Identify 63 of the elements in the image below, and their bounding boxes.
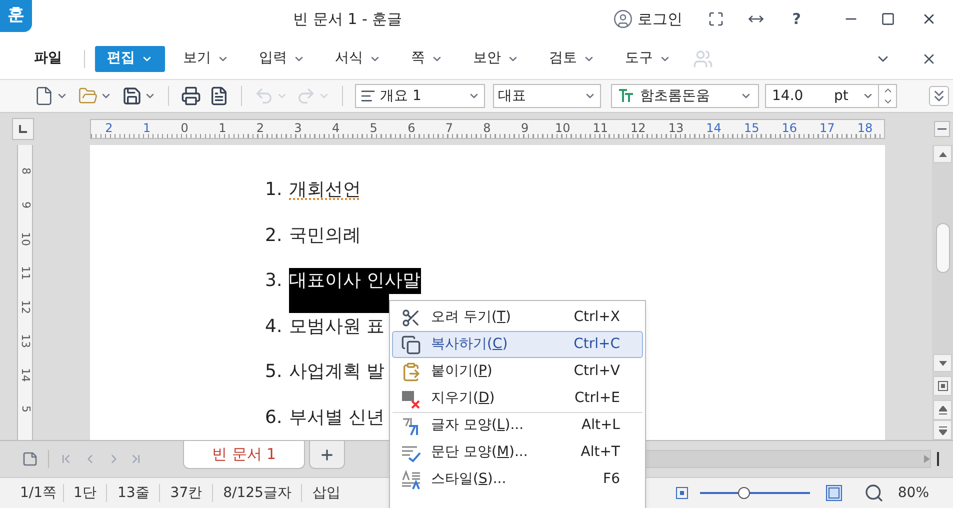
ruler-number: 5 bbox=[370, 121, 378, 135]
list-item-text: 부서별 신년 bbox=[289, 406, 385, 430]
ruler-number: 11 bbox=[19, 266, 31, 280]
status-text: 1단 bbox=[72, 484, 98, 502]
ruler-number: 8 bbox=[483, 121, 491, 135]
shortcut-text: Ctrl+E bbox=[574, 389, 620, 408]
menu-item-label: 오려 두기(T) bbox=[431, 308, 512, 327]
status-text: 삽입 bbox=[311, 484, 342, 502]
menu-item-label: 스타일(S)... bbox=[431, 470, 508, 489]
ruler-number: 7 bbox=[445, 121, 453, 135]
shortcut-text: F6 bbox=[603, 470, 620, 489]
status-text: 13줄 bbox=[116, 484, 150, 502]
ruler-number: 3 bbox=[294, 121, 302, 135]
ruler-number: 1 bbox=[142, 121, 151, 135]
app-logo: 훈 bbox=[0, 0, 32, 32]
list-item-text: 국민의례 bbox=[289, 224, 361, 248]
ruler-number: 6 bbox=[408, 121, 416, 135]
menu-item-label: 지우기(D) bbox=[431, 389, 496, 408]
list-number: 5. bbox=[265, 360, 284, 384]
ruler-number: 9 bbox=[520, 121, 529, 135]
ruler-number: 8 bbox=[19, 168, 31, 174]
ruler-number: 15 bbox=[744, 121, 760, 135]
ruler-number: 9 bbox=[19, 202, 31, 208]
ruler-number: 14 bbox=[19, 368, 31, 382]
shortcut-text: Alt+T bbox=[580, 443, 620, 462]
ruler-number: 4 bbox=[332, 121, 340, 135]
ruler-number: 18 bbox=[857, 121, 873, 135]
ruler-number: 11 bbox=[592, 121, 608, 135]
list-number: 2. bbox=[265, 224, 284, 248]
menu-item-label: 붙이기(P) bbox=[431, 362, 494, 381]
ruler-number: 0 bbox=[180, 121, 188, 135]
ruler-number: 12 bbox=[630, 121, 646, 135]
ruler-number: 16 bbox=[782, 121, 798, 135]
list-number: 1. bbox=[265, 178, 284, 202]
shortcut-text: Alt+L bbox=[582, 416, 620, 435]
list-item-text: 사업계획 발 bbox=[289, 360, 385, 384]
shortcut-text: Ctrl+X bbox=[574, 308, 620, 327]
shortcut-text: Ctrl+C bbox=[574, 335, 620, 354]
shortcut-text: Ctrl+V bbox=[574, 362, 620, 381]
ruler-number: 10 bbox=[554, 121, 570, 135]
list-number: 4. bbox=[265, 314, 284, 338]
status-text: 37칸 bbox=[169, 484, 204, 502]
ruler-number: 10 bbox=[19, 232, 31, 246]
ruler-number: 2 bbox=[105, 121, 113, 135]
status-text: 8/125글자 bbox=[222, 484, 292, 502]
ruler-number: 2 bbox=[256, 121, 264, 135]
ruler-number: 13 bbox=[19, 334, 31, 348]
list-number: 6. bbox=[265, 406, 284, 430]
ruler-number: 12 bbox=[19, 300, 31, 314]
list-number: 3. bbox=[265, 269, 284, 293]
ruler-number: 5 bbox=[19, 406, 31, 412]
ruler-number: 13 bbox=[668, 121, 684, 135]
list-item-text: 대표이사 인사말 bbox=[289, 268, 421, 294]
menu-item-label: 문단 모양(M)... bbox=[431, 443, 529, 462]
ruler-number: 14 bbox=[706, 121, 722, 135]
menu-item-label: 복사하기(C) bbox=[431, 335, 509, 354]
status-text: 1/1쪽 bbox=[19, 484, 58, 502]
ruler-number: 1 bbox=[218, 121, 226, 135]
ruler-number: 17 bbox=[820, 121, 835, 135]
list-item-text: 개회선언 bbox=[289, 178, 361, 202]
list-item-text: 모범사원 표 bbox=[289, 314, 385, 338]
menu-item-label: 글자 모양(L)... bbox=[431, 416, 525, 435]
window-title: 빈 문서 1 - 훈글 bbox=[293, 8, 402, 30]
